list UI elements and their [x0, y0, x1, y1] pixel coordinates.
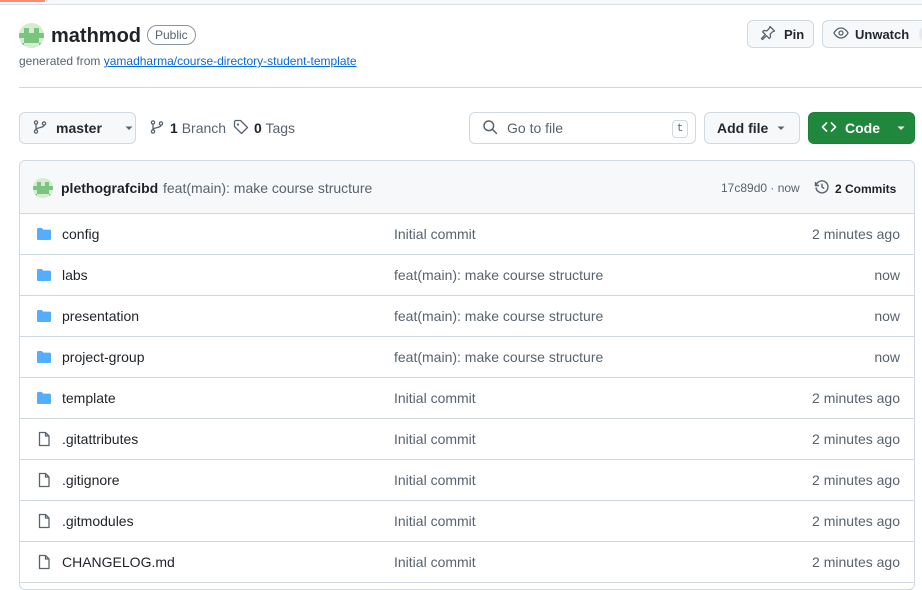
commit-message[interactable]: feat(main): make course structure — [163, 180, 372, 196]
file-row[interactable]: presentation feat(main): make course stru… — [20, 296, 914, 337]
file-icon — [36, 554, 52, 573]
file-commit-message[interactable]: Initial commit — [394, 226, 476, 242]
history-icon — [814, 179, 830, 198]
file-name[interactable]: .gitmodules — [62, 513, 134, 529]
eye-icon — [833, 25, 849, 44]
file-commit-message[interactable]: Initial commit — [394, 390, 476, 406]
file-name[interactable]: template — [62, 390, 116, 406]
file-name[interactable]: .gitattributes — [62, 431, 138, 447]
tags-count: 0 — [254, 120, 262, 136]
code-button[interactable]: Code — [808, 112, 915, 144]
file-row[interactable]: CHANGELOG.md Initial commit 2 minutes ago — [20, 542, 914, 583]
branches-label: Branch — [181, 120, 227, 136]
file-row[interactable]: .gitignore Initial commit 2 minutes ago — [20, 460, 914, 501]
file-commit-message[interactable]: feat(main): make course structure — [394, 308, 603, 324]
chevron-down-icon — [124, 120, 134, 136]
tags-link[interactable]: 0 Tags — [233, 112, 295, 144]
file-name[interactable]: CHANGELOG.md — [62, 554, 175, 570]
file-commit-age: 2 minutes ago — [812, 513, 900, 529]
generated-from-prefix: generated from — [19, 54, 101, 68]
file-commit-message[interactable]: Initial commit — [394, 472, 476, 488]
code-icon — [821, 119, 837, 138]
branch-selector[interactable]: master — [19, 112, 136, 144]
file-commit-message[interactable]: feat(main): make course structure — [394, 349, 603, 365]
repo-name[interactable]: mathmod — [51, 22, 141, 50]
folder-icon — [36, 349, 52, 368]
file-name[interactable]: presentation — [62, 308, 139, 324]
go-to-file-input[interactable]: Go to file t — [469, 112, 696, 144]
commits-label: 2 Commits — [835, 181, 897, 196]
chevron-down-icon — [896, 120, 906, 136]
file-commit-age: 2 minutes ago — [812, 431, 900, 447]
tags-label: Tags — [265, 120, 296, 136]
file-name[interactable]: .gitignore — [62, 472, 120, 488]
add-file-label: Add file — [717, 120, 769, 136]
author-avatar[interactable] — [33, 178, 53, 198]
search-placeholder: Go to file — [507, 120, 564, 136]
file-icon — [36, 472, 52, 491]
tag-icon — [233, 119, 249, 138]
active-tab-underline — [0, 0, 45, 2]
file-name[interactable]: config — [62, 226, 99, 242]
repo-owner-avatar[interactable] — [19, 23, 44, 48]
template-repo-link[interactable]: yamadharma/course-directory-student-temp… — [104, 54, 357, 68]
latest-commit-bar: plethografcibd feat(main): make course s… — [20, 161, 914, 214]
file-commit-age: 2 minutes ago — [812, 390, 900, 406]
file-row[interactable]: .gitattributes Initial commit 2 minutes ag… — [20, 419, 914, 460]
git-branch-icon — [149, 119, 165, 138]
code-label: Code — [845, 120, 880, 136]
pin-button[interactable]: Pin — [747, 20, 814, 48]
file-commit-age: 2 minutes ago — [812, 226, 900, 242]
add-file-button[interactable]: Add file — [704, 112, 800, 144]
file-commit-message[interactable]: feat(main): make course structure — [394, 267, 603, 283]
branches-link[interactable]: 1 Branch — [149, 112, 226, 144]
commit-author[interactable]: plethografcibd — [61, 180, 158, 196]
header-divider — [19, 87, 922, 88]
branches-count: 1 — [170, 120, 178, 136]
visibility-badge: Public — [147, 25, 196, 45]
file-icon — [36, 431, 52, 450]
unwatch-label: Unwatch — [855, 26, 910, 42]
pin-label: Pin — [784, 26, 805, 42]
folder-icon — [36, 267, 52, 286]
file-icon — [36, 513, 52, 532]
file-commit-age: 2 minutes ago — [812, 554, 900, 570]
top-nav-strip — [0, 0, 922, 5]
file-commit-message[interactable]: Initial commit — [394, 554, 476, 570]
file-row[interactable]: .gitmodules Initial commit 2 minutes ago — [20, 501, 914, 542]
file-name[interactable]: project-group — [62, 349, 145, 365]
folder-icon — [36, 226, 52, 245]
commits-history-link[interactable]: 2 Commits — [814, 179, 896, 198]
file-commit-age: now — [874, 308, 900, 324]
file-name[interactable]: labs — [62, 267, 88, 283]
file-browser-table: plethografcibd feat(main): make course s… — [19, 160, 915, 590]
file-row[interactable]: template Initial commit 2 minutes ago — [20, 378, 914, 419]
file-row[interactable]: config Initial commit 2 minutes ago — [20, 214, 914, 255]
generated-from-note: generated from yamadharma/course-directo… — [19, 54, 357, 68]
pin-icon — [760, 25, 776, 44]
file-row[interactable]: project-group feat(main): make course str… — [20, 337, 914, 378]
file-commit-age: now — [874, 349, 900, 365]
file-commit-age: now — [874, 267, 900, 283]
commit-hash-time[interactable]: 17c89d0 · now — [721, 181, 800, 195]
folder-icon — [36, 308, 52, 327]
file-commit-age: 2 minutes ago — [812, 472, 900, 488]
folder-icon — [36, 390, 52, 409]
keyboard-shortcut-hint: t — [672, 120, 688, 138]
git-branch-icon — [32, 119, 48, 138]
unwatch-button[interactable]: Unwatch 1 — [822, 20, 922, 48]
branch-name: master — [56, 120, 102, 136]
file-commit-message[interactable]: Initial commit — [394, 431, 476, 447]
file-commit-message[interactable]: Initial commit — [394, 513, 476, 529]
file-row[interactable]: labs feat(main): make course structure now — [20, 255, 914, 296]
chevron-down-icon — [776, 120, 786, 136]
search-icon — [482, 119, 498, 138]
